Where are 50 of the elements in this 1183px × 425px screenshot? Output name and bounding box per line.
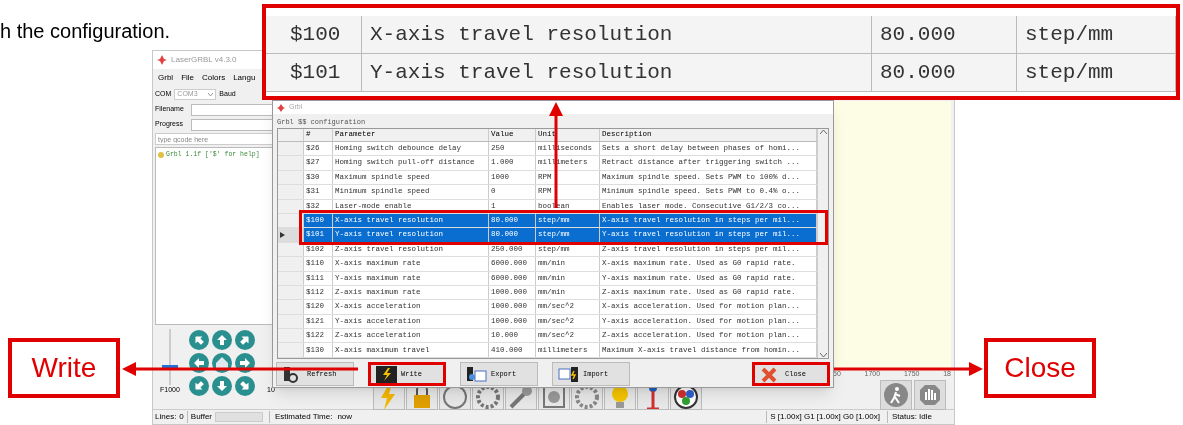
- arrow-icon: [194, 357, 204, 368]
- machine-status: Status: Idle: [886, 411, 952, 423]
- table-cell: Y-axis travel resolution: [362, 54, 872, 91]
- stop-button[interactable]: [914, 380, 946, 410]
- arrow-icon: [240, 357, 250, 368]
- laser-logo-icon: [157, 55, 167, 65]
- annotation-label: Write: [8, 338, 120, 398]
- table-cell: 80.000: [872, 54, 1017, 91]
- table-cell: $100: [266, 16, 362, 53]
- home-icon: [212, 352, 232, 373]
- smiley-icon: [158, 151, 164, 158]
- menu-item[interactable]: Langu: [233, 72, 256, 84]
- buffer-label: Buffer: [186, 411, 212, 423]
- arrow-icon: [217, 380, 227, 391]
- jog-button[interactable]: [189, 375, 209, 396]
- menu-item[interactable]: Grbl: [158, 72, 174, 84]
- jog-button[interactable]: [212, 375, 232, 396]
- scroll-up-icon: [819, 129, 827, 134]
- row-pointer-icon: [280, 232, 285, 239]
- laser-logo-icon: [277, 103, 285, 112]
- walking-person-icon: [884, 383, 908, 407]
- table-cell: X-axis travel resolution: [362, 16, 872, 53]
- time-value: now: [337, 411, 353, 423]
- annotation-label: Close: [984, 338, 1096, 398]
- scrollbar[interactable]: [817, 129, 828, 358]
- jog-button[interactable]: [189, 329, 209, 350]
- menu-item[interactable]: Colors: [202, 72, 226, 84]
- jog-button[interactable]: [235, 329, 255, 350]
- jog-button[interactable]: [212, 329, 232, 350]
- jog-button[interactable]: [235, 375, 255, 396]
- lines-label: Lines:: [155, 411, 177, 423]
- override-status: S [1.00x] G1 [1.00x] G0 [1.00x]: [766, 411, 880, 423]
- chevron-down-icon: [208, 92, 214, 96]
- lightning-icon: [376, 365, 397, 383]
- feed-slider[interactable]: [162, 329, 178, 385]
- menu-item[interactable]: File: [181, 72, 194, 84]
- row-header[interactable]: [278, 228, 304, 242]
- window-title: LaserGRBL v4.3.0: [171, 54, 237, 66]
- arrow-icon: [217, 334, 227, 345]
- table-cell: $101: [266, 54, 362, 91]
- lines-value: 0: [179, 411, 184, 423]
- table-cell: 80.000: [872, 16, 1017, 53]
- scroll-down-icon: [819, 353, 827, 358]
- table-cell: step/mm: [1017, 54, 1176, 91]
- caption-text: h the configuration.: [0, 19, 171, 44]
- hand-icon: [918, 383, 942, 407]
- walk-button[interactable]: [880, 380, 912, 410]
- color-wheel-icon: [671, 385, 701, 409]
- table-cell: step/mm: [1017, 16, 1176, 53]
- time-label: Estimated Time:: [269, 411, 333, 423]
